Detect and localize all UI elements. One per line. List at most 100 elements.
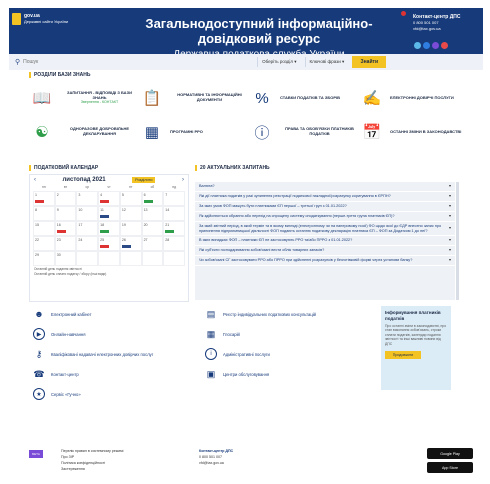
chevron-down-icon: ▾ [448,225,451,231]
questions-scrollbar[interactable] [456,182,459,300]
service-e-cabinet[interactable]: ☻ Електронний кабінет [33,308,193,320]
calendar-day[interactable]: 24 [76,236,99,251]
calendar-day [119,251,142,266]
calendar-day[interactable]: 10 [76,206,99,221]
calendar-day[interactable]: 17 [76,221,99,236]
section-item-declaration[interactable]: ☯ ОДНОРАЗОВЕ ДОБРОВІЛЬНЕ ДЕКЛАРУВАННЯ [29,118,139,146]
calendar-day[interactable]: 20 [141,221,164,236]
calendar-event-marker[interactable] [143,200,153,203]
footer-link[interactable]: Застереження [61,466,123,472]
youtube-icon[interactable] [441,42,448,49]
calendar-day[interactable]: 28 [163,236,185,251]
calendar-event-marker[interactable] [100,200,110,203]
questions-list: Валюта? ▾ Які дії платника податків у разі… [195,182,455,300]
chevron-down-icon: ▾ [448,237,451,243]
calendar-day[interactable]: 26 [119,236,142,251]
calendar-day[interactable]: 14 [163,206,185,221]
footer-logo: БЕТА [29,450,43,458]
service-guchno[interactable]: ★ Сервіс «Гучно» [33,388,193,400]
service-label: Електронний кабінет [51,311,92,317]
section-item-e-trust[interactable]: ✍ ЕЛЕКТРОННІ ДОВІРЧІ ПОСЛУГИ [359,84,469,112]
info-continue-button[interactable]: Продовжити [385,351,421,360]
section-item-rights[interactable]: ⓘ ПРАВА ТА ОБОВ'ЯЗКИ ПЛАТНИКІВ ПОДАТКІВ [249,118,359,146]
calendar-event-marker[interactable] [121,245,131,248]
calendar-day[interactable]: 19 [119,221,142,236]
section-label: ОДНОРАЗОВЕ ДОБРОВІЛЬНЕ ДЕКЛАРУВАННЯ [69,126,130,136]
service-online-learning[interactable]: ▶ Онлайн-навчання [33,328,193,340]
service-centers[interactable]: ▣ Центри обслуговування [205,368,365,380]
question-item[interactable]: Валюта? ▾ [195,182,455,192]
section-item-changes[interactable]: 📅 ОСТАННІ ЗМІНИ В ЗАКОНОДАВСТВІ [359,118,469,146]
handshake-icon: ☯ [35,124,49,141]
tag-select[interactable]: Ключові фрази ▾ [304,57,349,67]
calendar-day[interactable]: 9 [54,206,77,221]
calendar-day[interactable]: 11 [98,206,120,221]
calendar-day[interactable]: 16 [54,221,77,236]
app-store-button[interactable]: App Store [427,462,473,473]
calendar-day[interactable]: 12 [119,206,142,221]
calendar-day[interactable]: 7 [163,191,185,206]
question-item[interactable]: Які суб'єкти господарювання зобов'язані … [195,246,455,257]
prev-month-button[interactable]: ‹ [34,177,36,183]
calendar-filter-button[interactable]: Розділити [132,177,156,183]
gov-ua-link[interactable]: gov.ua Державні сайти України [12,13,68,25]
calendar-event-marker[interactable] [165,230,175,233]
chevron-down-icon: ▾ [448,257,451,263]
service-consultations-register[interactable]: ▤ Реєстр індивідуальних податкових консул… [205,308,365,320]
calendar-day[interactable]: 30 [54,251,77,266]
search-input[interactable] [23,59,254,65]
question-item[interactable]: За яких умов ФОП мажуть бути платниками … [195,202,455,212]
service-trust-providers[interactable]: ⚷ Кваліфіковані надавачі електронних дові… [33,348,193,360]
info-icon: ⓘ [254,124,270,142]
calendar-day[interactable]: 15 [33,221,55,236]
calendar-day[interactable]: 22 [33,236,55,251]
question-item[interactable]: За який звітний період, в який термін та… [195,222,455,237]
calendar-day[interactable]: 29 [33,251,55,266]
section-item-rates[interactable]: % СТАВКИ ПОДАТКІВ ТА ЗБОРІВ [249,84,359,112]
calendar-day[interactable]: 25 [98,236,120,251]
calendar-day[interactable]: 18 [98,221,120,236]
question-item[interactable]: Які дії платника податків у разі зупинен… [195,192,455,202]
section-item-faq[interactable]: 📖 ЗАПИТАННЯ - ВІДПОВІДІ З БАЗИ ЗНАНЬ Зверн… [29,84,139,112]
calendar-day[interactable]: 4 [98,191,120,206]
footer-contact-email[interactable]: vfd@tax.gov.ua [199,460,233,466]
question-item[interactable]: Як здійснюється обрання або перехід на с… [195,212,455,222]
calendar-event-marker[interactable] [35,200,44,203]
telegram-icon[interactable] [414,42,421,49]
search-button[interactable]: Знайти [352,56,387,68]
notification-icon[interactable] [401,11,406,16]
contact-phone[interactable]: 0 800 501 007 [413,20,439,25]
section-item-rro[interactable]: ▦ ПРОГРАМНІ РРО [139,118,249,146]
calendar-day[interactable]: 3 [76,191,99,206]
chevron-down-icon: ▾ [448,213,451,219]
calendar-event-marker[interactable] [100,215,110,218]
viber-icon[interactable] [432,42,439,49]
calendar-day[interactable]: 27 [141,236,164,251]
calendar-day[interactable]: 23 [54,236,77,251]
calendar-event-marker[interactable] [100,245,110,248]
calendar-day[interactable]: 6 [141,191,164,206]
calendar-day[interactable]: 13 [141,206,164,221]
calendar-day[interactable]: 1 [33,191,55,206]
contact-email[interactable]: vfd@tax.gov.ua [413,26,441,31]
section-item-documents[interactable]: 📋 НОРМАТИВНІ ТА ІНФОРМАЦІЙНІ ДОКУМЕНТИ [139,84,249,112]
service-glossary[interactable]: ▦ Глосарій [205,328,365,340]
calendar-day[interactable]: 2 [54,191,77,206]
question-item[interactable]: Чи зобов'язані СГ застосовувати РРО або … [195,256,455,267]
next-month-button[interactable]: › [182,177,184,183]
service-label: Сервіс «Гучно» [51,391,81,397]
facebook-icon[interactable] [423,42,430,49]
calendar-event-marker[interactable] [100,230,110,233]
section-select[interactable]: Оберіть розділ ▾ [257,57,300,67]
footer-contact-title: Контакт-центр ДПС [199,449,234,453]
calendar-event-marker[interactable] [56,230,66,233]
question-text: Які дії платника податків у разі зупинен… [199,194,391,199]
calendar-day[interactable]: 5 [119,191,142,206]
calendar-day[interactable]: 8 [33,206,55,221]
service-admin[interactable]: i Адміністративні послуги [205,348,365,360]
question-item[interactable]: В яких випадках ФОП – платники ЄП не зас… [195,236,455,247]
service-contact-center[interactable]: ☎ Контакт-центр [33,368,193,380]
section-select-label: Оберіть розділ [262,59,293,64]
google-play-button[interactable]: Google Play [427,448,473,459]
calendar-day[interactable]: 21 [163,221,185,236]
